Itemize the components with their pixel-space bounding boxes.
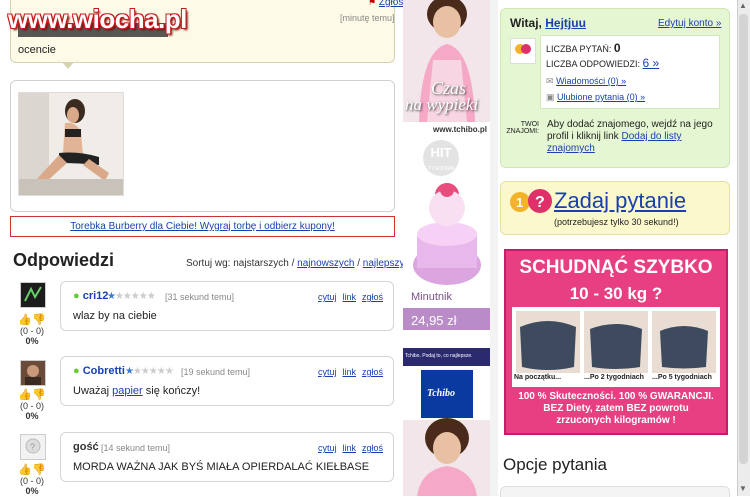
scrollbar-thumb[interactable] bbox=[739, 14, 748, 464]
envelope-icon: ✉ bbox=[546, 76, 554, 86]
ask-icon: 1? bbox=[506, 188, 552, 221]
permalink-link[interactable]: link bbox=[342, 367, 356, 377]
quote-link[interactable]: cytuj bbox=[318, 292, 337, 302]
rating-stars[interactable]: ★★★★★★ bbox=[125, 366, 174, 377]
sponsored-banner[interactable]: Torebka Burberry dla Ciebie! Wygraj torb… bbox=[10, 216, 395, 237]
thumbs-up-icon[interactable]: 👍 bbox=[18, 314, 32, 326]
sort-newest-link[interactable]: najnowszych bbox=[297, 258, 354, 269]
question-text: ocencie bbox=[18, 44, 56, 56]
answer-text: MORDA WAŻNA JAK BYŚ MIAŁA OPIERDALAĆ KIE… bbox=[73, 461, 370, 473]
messages-link[interactable]: ✉ Wiadomości (0) » bbox=[546, 76, 626, 87]
user-avatar-icon[interactable] bbox=[510, 38, 536, 64]
hit-badge: HIT TYGODNIA bbox=[423, 140, 459, 176]
scroll-down-icon[interactable]: ▼ bbox=[739, 484, 747, 493]
avatar-photo-icon bbox=[25, 365, 41, 385]
before-after-photos: Na początku... ...Po 2 tygodniach ...Po … bbox=[512, 307, 720, 387]
photo-thumbnail-icon bbox=[19, 93, 123, 195]
ask-question-button[interactable]: Zadaj pytanie bbox=[554, 188, 686, 214]
svg-text:?: ? bbox=[30, 442, 35, 452]
permalink-link[interactable]: link bbox=[342, 443, 356, 453]
question-options-heading: Opcje pytania bbox=[503, 455, 607, 474]
friends-info: Aby dodać znajomego, wejdź na jego profi… bbox=[547, 119, 713, 154]
answer-item: ● Cobretti ★★★★★★ [19 sekund temu] cytuj… bbox=[60, 356, 394, 406]
diet-ad[interactable]: SCHUDNĄĆ SZYBKO 10 - 30 kg ? Na początku… bbox=[504, 249, 728, 435]
sort-options: Sortuj wg: najstarszych / najnowszych / … bbox=[186, 258, 416, 269]
answer-item: ● cri12 ★★★★★★ [31 sekund temu] cytuj lin… bbox=[60, 281, 394, 331]
question-image[interactable] bbox=[18, 92, 124, 196]
svg-text:1: 1 bbox=[516, 195, 523, 210]
answer-actions: cytuj link zgłoś bbox=[312, 367, 383, 377]
permalink-link[interactable]: link bbox=[342, 292, 356, 302]
answers-count-link[interactable]: 6 » bbox=[643, 56, 660, 70]
svg-text:?: ? bbox=[535, 194, 545, 211]
question-pointer bbox=[62, 62, 74, 69]
answer-actions: cytuj link zgłoś bbox=[312, 443, 383, 453]
vote-panel: 👍👎 (0 - 0) 0% bbox=[18, 389, 46, 421]
avatar[interactable]: ? bbox=[20, 434, 46, 460]
report-link[interactable]: zgłoś bbox=[362, 443, 383, 453]
ad-artwork bbox=[403, 0, 490, 496]
favorites-icon: ▣ bbox=[546, 92, 555, 102]
rating-stars[interactable]: ★★★★★★ bbox=[107, 291, 156, 302]
answer-text: wlaz by na ciebie bbox=[73, 310, 157, 322]
thumbs-down-icon[interactable]: 👎 bbox=[32, 389, 46, 401]
favorites-link[interactable]: ▣ Ulubione pytania (0) » bbox=[546, 92, 645, 103]
report-link[interactable]: zgłoś bbox=[362, 367, 383, 377]
thumbs-up-icon[interactable]: 👍 bbox=[18, 464, 32, 476]
thumbs-up-icon[interactable]: 👍 bbox=[18, 389, 32, 401]
tchibo-ad[interactable]: Czas na wypieki www.tchibo.pl HIT TYGODNI… bbox=[403, 0, 490, 496]
edit-account-link[interactable]: Edytuj konto » bbox=[658, 18, 721, 29]
thumbs-down-icon[interactable]: 👎 bbox=[32, 314, 46, 326]
guest-avatar-icon: ? bbox=[25, 438, 41, 454]
report-question-link[interactable]: ⚑ Zgłoś bbox=[368, 0, 403, 8]
thumbs-down-icon[interactable]: 👎 bbox=[32, 464, 46, 476]
avatar-icon bbox=[24, 286, 42, 302]
ask-hint: (potrzebujesz tylko 30 sekund!) bbox=[554, 217, 679, 227]
vote-panel: 👍👎 (0 - 0) 0% bbox=[18, 314, 46, 346]
watermark-logo: www.wiocha.pl bbox=[8, 4, 187, 34]
report-link[interactable]: zgłoś bbox=[362, 292, 383, 302]
options-panel bbox=[500, 486, 730, 497]
avatar[interactable] bbox=[20, 360, 46, 386]
quote-link[interactable]: cytuj bbox=[318, 367, 337, 377]
answer-item: gość [14 sekund temu] cytuj link zgłoś MOR… bbox=[60, 432, 394, 482]
quote-link[interactable]: cytuj bbox=[318, 443, 337, 453]
question-time: [minutę temu] bbox=[340, 13, 395, 23]
answer-author[interactable]: ● Cobretti bbox=[73, 365, 125, 377]
answer-author[interactable]: ● cri12 bbox=[73, 290, 108, 302]
user-greeting: Witaj, Hejtjuu bbox=[510, 16, 586, 30]
scroll-up-icon[interactable]: ▲ bbox=[739, 1, 747, 10]
answers-heading: Odpowiedzi bbox=[13, 250, 114, 270]
answer-inline-link[interactable]: papier bbox=[112, 385, 143, 397]
answer-author: gość bbox=[73, 441, 99, 453]
column-gap bbox=[490, 0, 498, 496]
vote-panel: 👍👎 (0 - 0) 0% bbox=[18, 464, 46, 496]
username-link[interactable]: Hejtjuu bbox=[545, 16, 586, 30]
answer-text: Uważaj papier się kończy! bbox=[73, 385, 201, 397]
avatar[interactable] bbox=[20, 282, 46, 308]
answer-actions: cytuj link zgłoś bbox=[312, 292, 383, 302]
